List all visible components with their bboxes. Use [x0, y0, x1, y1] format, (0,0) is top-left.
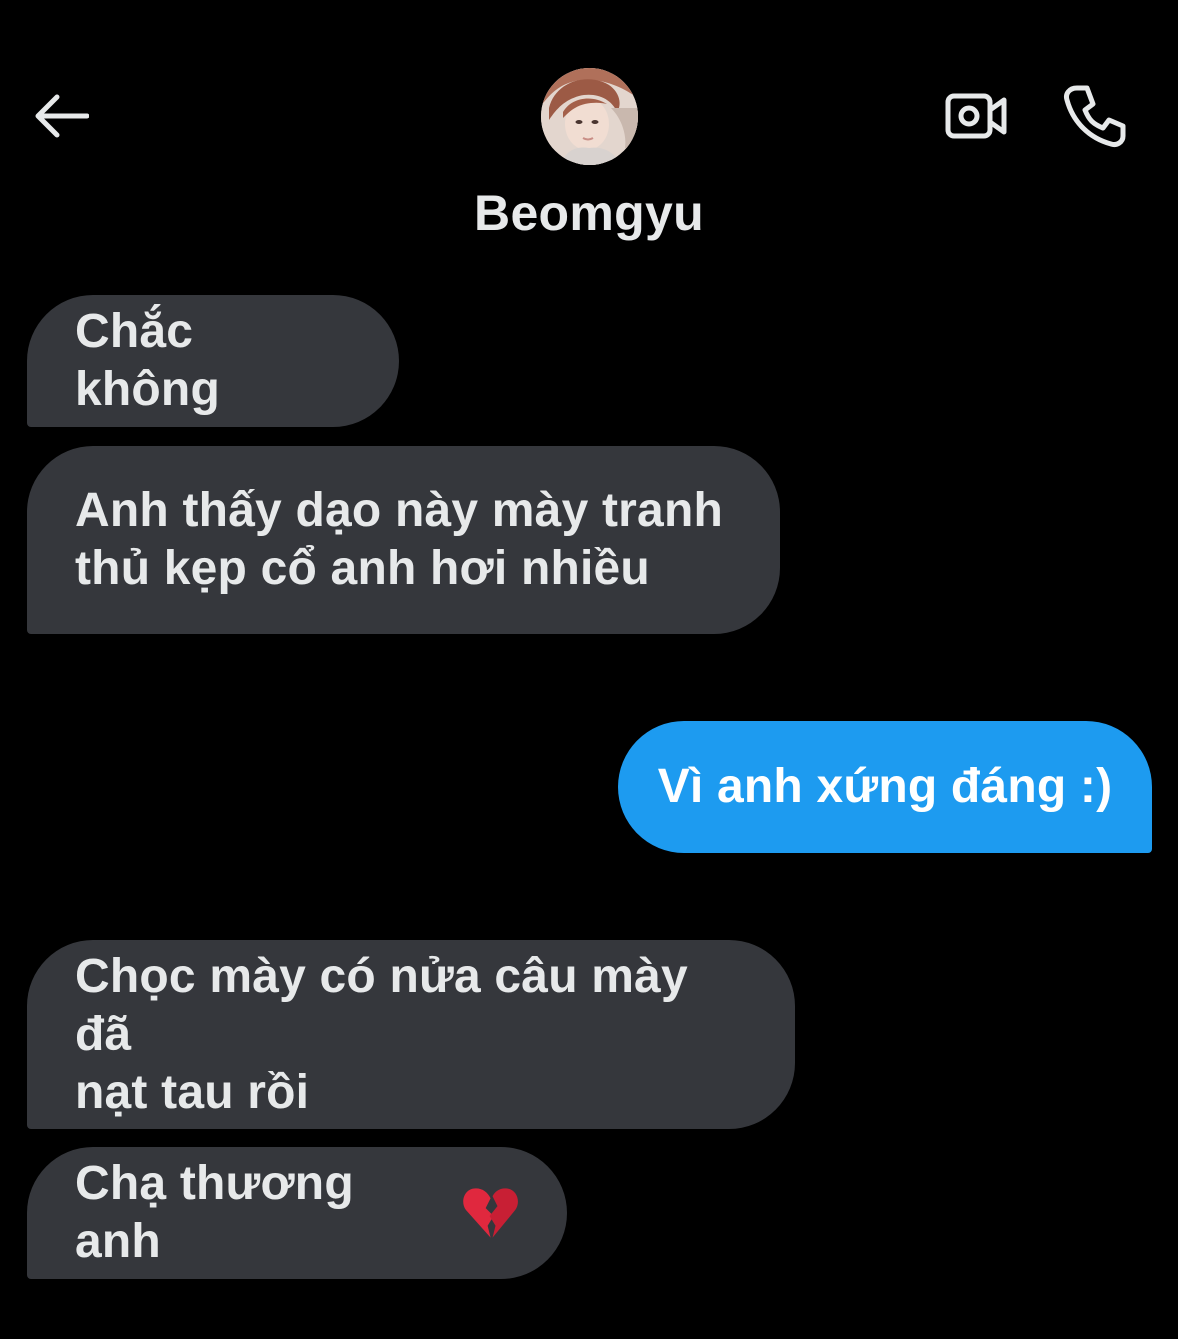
- arrow-left-icon: [35, 94, 89, 138]
- avatar-image: [541, 68, 638, 165]
- message-bubble-incoming[interactable]: Chạ thương anh: [27, 1147, 567, 1279]
- phone-icon: [1064, 85, 1126, 147]
- message-text: Chọc mày có nửa câu mày đã nạt tau rồi: [75, 949, 688, 1119]
- message-bubble-incoming[interactable]: Chọc mày có nửa câu mày đã nạt tau rồi: [27, 940, 795, 1129]
- message-text: Chạ thương anh: [75, 1157, 354, 1268]
- avatar[interactable]: [541, 68, 638, 165]
- conversation-header: Beomgyu: [0, 0, 1178, 260]
- message-bubble-outgoing[interactable]: Vì anh xứng đáng :): [618, 721, 1152, 853]
- contact-name: Beomgyu: [474, 185, 704, 241]
- video-camera-icon: [945, 93, 1007, 139]
- message-bubble-incoming[interactable]: Chắc không: [27, 295, 399, 427]
- message-bubble-incoming[interactable]: Anh thấy dạo này mày tranh thủ kẹp cổ an…: [27, 446, 780, 634]
- message-text: Anh thấy dạo này mày tranh thủ kẹp cổ an…: [75, 484, 723, 595]
- voice-call-button[interactable]: [1060, 82, 1130, 150]
- back-button[interactable]: [30, 86, 92, 146]
- message-text: Vì anh xứng đáng :): [657, 760, 1113, 813]
- video-call-button[interactable]: [940, 86, 1012, 146]
- message-text: Chắc không: [75, 305, 220, 416]
- broken-heart-icon: [463, 1188, 518, 1238]
